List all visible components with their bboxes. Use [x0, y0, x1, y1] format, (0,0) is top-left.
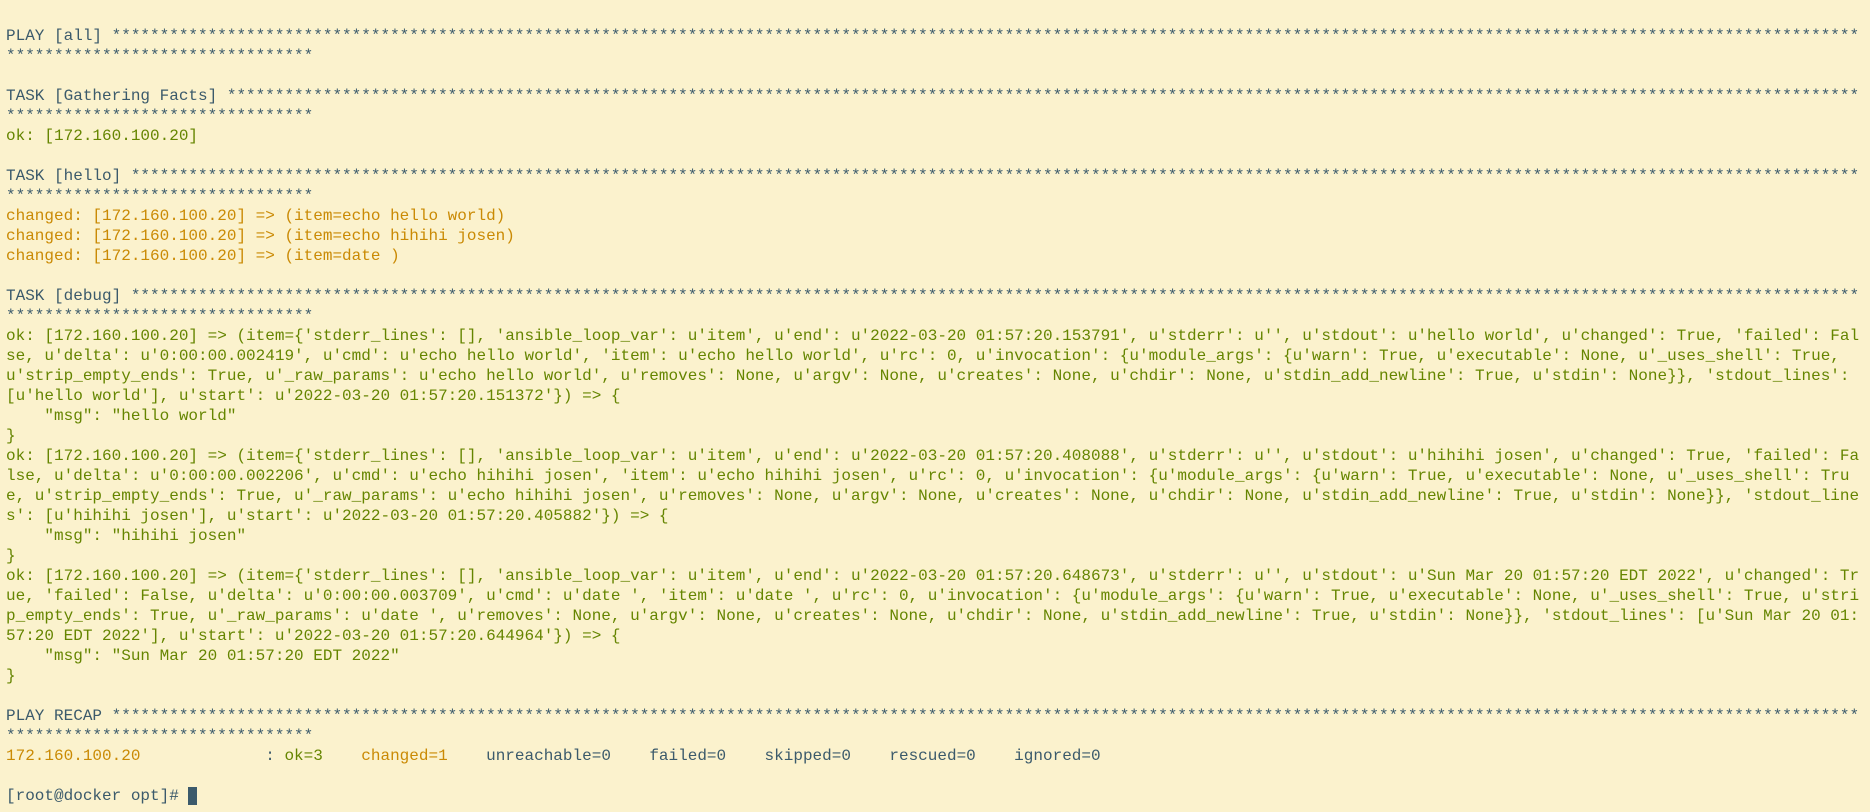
terminal-text: ok: [172.160.100.20] — [6, 127, 198, 145]
terminal-text: } — [6, 547, 16, 565]
terminal-text: TASK [debug] ***************************… — [6, 287, 1859, 325]
terminal-line: changed: [172.160.100.20] => (item=echo … — [6, 226, 1864, 246]
terminal-line: ok: [172.160.100.20] => (item={'stderr_l… — [6, 326, 1864, 406]
terminal-text: ok: [172.160.100.20] => (item={'stderr_l… — [6, 447, 1859, 525]
terminal-text: ok: [172.160.100.20] => (item={'stderr_l… — [6, 567, 1859, 645]
terminal-line: PLAY RECAP *****************************… — [6, 706, 1864, 746]
terminal-line — [6, 6, 1864, 26]
terminal-text: changed: [172.160.100.20] => (item=date … — [6, 247, 400, 265]
terminal-line: "msg": "hello world" — [6, 406, 1864, 426]
terminal-text: changed: [172.160.100.20] => (item=echo … — [6, 227, 515, 245]
terminal-line: "msg": "Sun Mar 20 01:57:20 EDT 2022" — [6, 646, 1864, 666]
cursor-icon — [188, 787, 197, 805]
terminal-text: TASK [Gathering Facts] *****************… — [6, 87, 1859, 125]
terminal-line: ok: [172.160.100.20] => (item={'stderr_l… — [6, 446, 1864, 526]
terminal-text: changed: [172.160.100.20] => (item=echo … — [6, 207, 505, 225]
terminal-text: } — [6, 427, 16, 445]
terminal-line — [6, 266, 1864, 286]
terminal-line: ok: [172.160.100.20] — [6, 126, 1864, 146]
terminal-line: } — [6, 666, 1864, 686]
terminal-text: 172.160.100.20 — [6, 747, 140, 765]
terminal-line: TASK [hello] ***************************… — [6, 166, 1864, 206]
terminal-text: [root@docker opt]# — [6, 787, 188, 805]
terminal-line — [6, 66, 1864, 86]
terminal-line: changed: [172.160.100.20] => (item=date … — [6, 246, 1864, 266]
terminal-text: "msg": "hello world" — [6, 407, 236, 425]
terminal-line: ok: [172.160.100.20] => (item={'stderr_l… — [6, 566, 1864, 646]
terminal-text: ok: [172.160.100.20] => (item={'stderr_l… — [6, 327, 1859, 405]
terminal-line — [6, 146, 1864, 166]
terminal-line: changed: [172.160.100.20] => (item=echo … — [6, 206, 1864, 226]
terminal-line: PLAY [all] *****************************… — [6, 26, 1864, 66]
terminal-line: TASK [Gathering Facts] *****************… — [6, 86, 1864, 126]
terminal-output[interactable]: PLAY [all] *****************************… — [0, 0, 1870, 812]
terminal-line: TASK [debug] ***************************… — [6, 286, 1864, 326]
terminal-line: } — [6, 546, 1864, 566]
terminal-text: } — [6, 667, 16, 685]
terminal-text: "msg": "hihihi josen" — [6, 527, 246, 545]
terminal-text: TASK [hello] ***************************… — [6, 167, 1859, 205]
terminal-line: "msg": "hihihi josen" — [6, 526, 1864, 546]
terminal-text: : — [140, 747, 284, 765]
terminal-text: ok=3 — [284, 747, 322, 765]
terminal-line: 172.160.100.20 : ok=3 changed=1 unreacha… — [6, 746, 1864, 766]
terminal-text: PLAY RECAP *****************************… — [6, 707, 1859, 745]
terminal-text — [323, 747, 361, 765]
terminal-text: "msg": "Sun Mar 20 01:57:20 EDT 2022" — [6, 647, 400, 665]
terminal-text: unreachable=0 failed=0 skipped=0 rescued… — [448, 747, 1101, 765]
terminal-line: } — [6, 426, 1864, 446]
terminal-line: [root@docker opt]# — [6, 786, 1864, 806]
terminal-line — [6, 686, 1864, 706]
terminal-line — [6, 766, 1864, 786]
terminal-text: PLAY [all] *****************************… — [6, 27, 1859, 65]
terminal-text: changed=1 — [361, 747, 447, 765]
